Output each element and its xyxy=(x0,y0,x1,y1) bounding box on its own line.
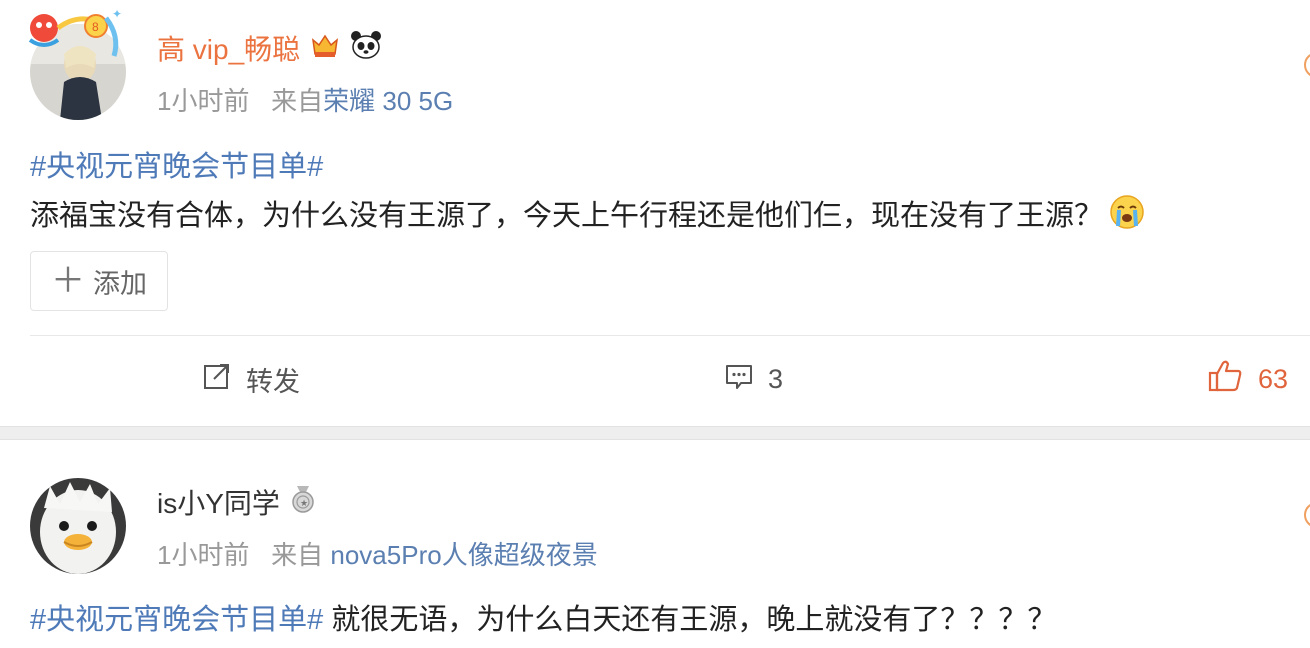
medal-badge-icon: ★ xyxy=(290,484,316,523)
avatar-frame-icon: 8 ✦ xyxy=(28,7,122,57)
plus-icon: ＋ xyxy=(51,262,85,300)
svg-text:8: 8 xyxy=(92,20,99,34)
comment-icon xyxy=(724,361,754,398)
username[interactable]: is小Y同学 ★ xyxy=(157,484,316,523)
divider xyxy=(30,335,1310,336)
repost-icon xyxy=(202,361,232,398)
crown-badge-icon xyxy=(310,30,340,69)
post-time: 1小时前 xyxy=(157,86,250,116)
thumbs-up-icon xyxy=(1208,359,1244,400)
crying-emoji-icon xyxy=(1109,194,1145,241)
post-card: 8 ✦ 高 vip_畅聪 1小时前 来自荣耀 30 5G #央视元宵晚会节目单#… xyxy=(0,0,1310,426)
like-count: 63 xyxy=(1258,363,1289,394)
topic-hashtag[interactable]: #央视元宵晚会节目单# xyxy=(30,604,323,636)
topic-hashtag[interactable]: #央视元宵晚会节目单# xyxy=(30,147,323,187)
post-text-content: 就很无语，为什么白天还有王源，晚上就没有了？？？？ xyxy=(323,604,1057,636)
post-text: 添福宝没有合体，为什么没有王源了，今天上午行程还是他们仨，现在没有了王源？ xyxy=(30,194,1145,241)
repost-label: 转发 xyxy=(246,366,300,397)
from-prefix: 来自 xyxy=(271,86,324,116)
repost-button[interactable]: 转发 xyxy=(202,358,300,400)
avatar[interactable] xyxy=(30,478,126,574)
post-meta: 1小时前 来自荣耀 30 5G xyxy=(157,84,453,118)
comment-button[interactable]: 3 xyxy=(724,358,783,400)
username[interactable]: 高 vip_畅聪 xyxy=(157,30,382,69)
device-source[interactable]: 荣耀 30 5G xyxy=(323,86,453,116)
comment-count: 3 xyxy=(768,363,784,394)
post-time: 1小时前 xyxy=(157,540,250,570)
post-meta: 1小时前 来自 nova5Pro人像超级夜景 xyxy=(157,538,598,572)
post-card: is小Y同学 ★ 1小时前 来自 nova5Pro人像超级夜景 #央视元宵晚会节… xyxy=(0,440,1310,648)
post-text-content: 添福宝没有合体，为什么没有王源了，今天上午行程还是他们仨，现在没有了王源？ xyxy=(30,200,1104,233)
follow-button-edge[interactable] xyxy=(1304,52,1310,78)
add-button[interactable]: ＋ 添加 xyxy=(30,251,168,311)
panda-badge-icon xyxy=(350,30,382,69)
svg-text:★: ★ xyxy=(300,498,308,508)
svg-text:✦: ✦ xyxy=(112,7,122,21)
add-label: 添加 xyxy=(93,268,147,299)
follow-button-edge[interactable] xyxy=(1304,502,1310,528)
post-text: #央视元宵晚会节目单# 就很无语，为什么白天还有王源，晚上就没有了？？？？ xyxy=(30,600,1056,640)
username-text[interactable]: is小Y同学 xyxy=(157,486,280,522)
post-separator xyxy=(0,426,1310,440)
username-text[interactable]: 高 vip_畅聪 xyxy=(157,32,300,68)
like-button[interactable]: 63 xyxy=(1208,358,1288,400)
device-source[interactable]: nova5Pro人像超级夜景 xyxy=(330,540,597,570)
from-prefix: 来自 xyxy=(271,540,324,570)
